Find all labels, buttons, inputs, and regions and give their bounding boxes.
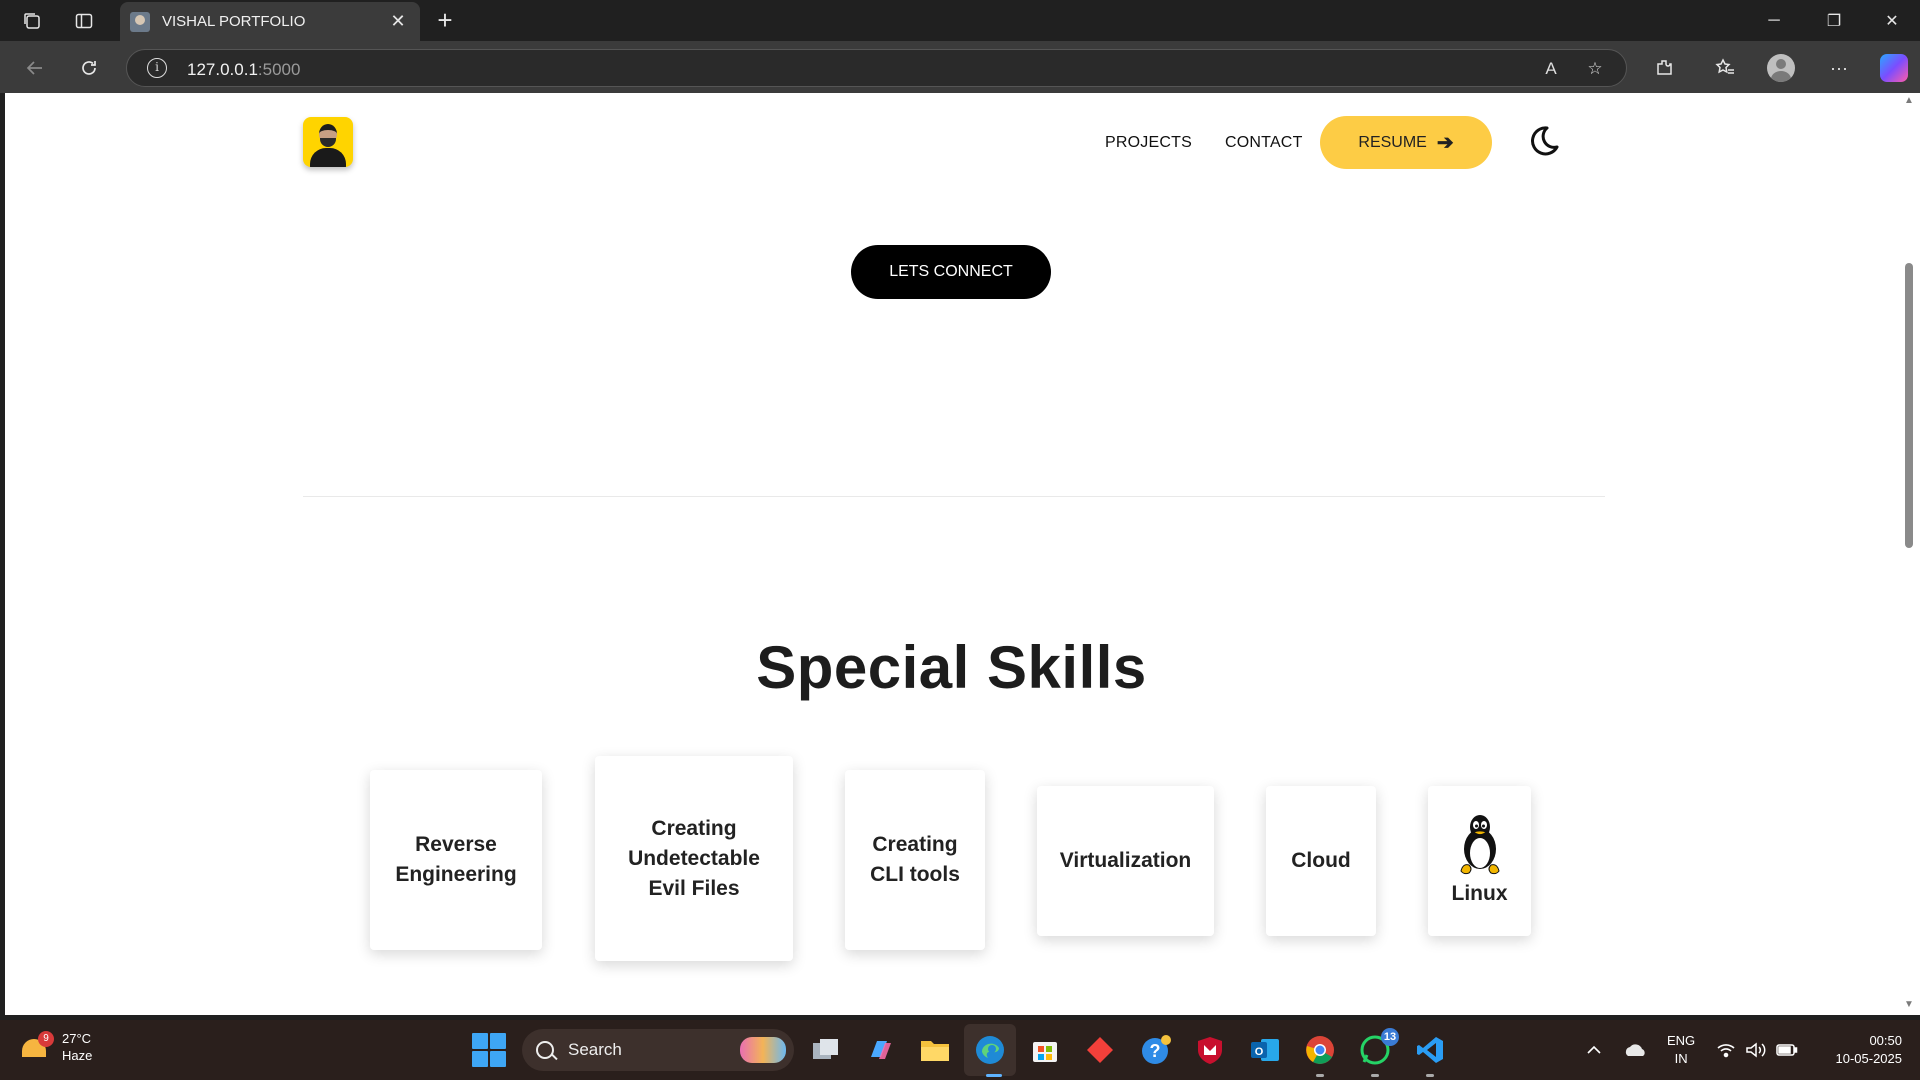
onedrive-cloud-icon[interactable] xyxy=(1620,1020,1650,1080)
task-view-icon[interactable] xyxy=(808,1032,844,1068)
resume-label: RESUME xyxy=(1358,133,1427,151)
profile-avatar-icon[interactable] xyxy=(1767,54,1795,82)
page-viewport: PROJECTS CONTACT RESUME ➔ LETS CONNECT S… xyxy=(5,93,1898,1015)
weather-haze-icon: 9 xyxy=(20,1031,54,1063)
skill-label: Linux xyxy=(1451,882,1508,905)
edge-running-indicator xyxy=(986,1074,1002,1077)
special-skills-heading: Special Skills xyxy=(756,634,1147,701)
back-arrow-icon[interactable] xyxy=(18,51,52,85)
url-text: 127.0.0.1:5000 xyxy=(187,60,301,79)
vscode-running-indicator xyxy=(1426,1074,1434,1077)
skill-label: Creating CLI tools xyxy=(870,833,960,886)
page-scrollbar[interactable]: ▲ ▼ xyxy=(1898,93,1920,1015)
tab-favicon-icon xyxy=(130,11,150,32)
chrome-icon[interactable] xyxy=(1302,1032,1338,1068)
store-icon[interactable] xyxy=(1027,1032,1063,1068)
skill-label: Cloud xyxy=(1291,849,1351,872)
skill-card-cli-tools: Creating CLI tools xyxy=(845,770,985,950)
diamond-icon[interactable] xyxy=(1082,1032,1118,1068)
skill-label: Creating Undetectable Evil Files xyxy=(628,816,760,900)
nav-projects-link[interactable]: PROJECTS xyxy=(1105,134,1192,152)
refresh-icon[interactable] xyxy=(72,51,106,85)
workspaces-icon[interactable] xyxy=(10,4,54,38)
weather-widget[interactable]: 9 27°C Haze xyxy=(20,1030,92,1064)
favorite-star-icon[interactable]: ☆ xyxy=(1583,57,1607,81)
new-tab-button[interactable]: + xyxy=(430,6,460,36)
tab-close-icon[interactable]: ✕ xyxy=(386,11,410,32)
browser-tab-strip: VISHAL PORTFOLIO ✕ + ─ ❐ ✕ xyxy=(0,0,1920,41)
more-menu-icon[interactable]: ··· xyxy=(1822,51,1856,85)
skill-card-cloud: Cloud xyxy=(1266,786,1376,936)
search-highlight-icon xyxy=(740,1037,786,1063)
help-icon[interactable]: ? xyxy=(1138,1032,1174,1068)
minimize-button[interactable]: ─ xyxy=(1746,0,1802,41)
search-label: Search xyxy=(568,1040,622,1059)
resume-button[interactable]: RESUME ➔ xyxy=(1320,116,1492,169)
skill-card-reverse-engineering: Reverse Engineering xyxy=(370,770,542,950)
nav-contact-link[interactable]: CONTACT xyxy=(1225,134,1303,152)
scroll-up-icon[interactable]: ▲ xyxy=(1903,95,1915,106)
vscode-icon[interactable] xyxy=(1412,1032,1448,1068)
volume-icon[interactable] xyxy=(1744,1020,1768,1080)
dark-mode-moon-icon[interactable] xyxy=(1525,123,1561,159)
whatsapp-running-indicator xyxy=(1371,1074,1379,1077)
taskbar-search-box[interactable]: Search xyxy=(522,1029,794,1071)
linux-tux-icon xyxy=(1459,815,1500,875)
skill-card-linux: Linux xyxy=(1428,786,1531,936)
weather-condition: Haze xyxy=(62,1048,93,1063)
copilot-icon[interactable] xyxy=(1880,54,1908,82)
skill-label: Virtualization xyxy=(1059,849,1192,872)
tab-title: VISHAL PORTFOLIO xyxy=(162,13,306,30)
mcafee-shield-icon[interactable] xyxy=(1192,1032,1228,1068)
tab-vishal-portfolio[interactable]: VISHAL PORTFOLIO ✕ xyxy=(120,2,420,41)
weather-temp: 27°C xyxy=(62,1031,92,1046)
scroll-down-icon[interactable]: ▼ xyxy=(1903,999,1915,1010)
close-window-button[interactable]: ✕ xyxy=(1864,0,1920,41)
whatsapp-badge: 13 xyxy=(1381,1028,1399,1046)
address-bar[interactable]: i 127.0.0.1:5000 A ☆ xyxy=(126,49,1627,87)
language-indicator[interactable]: ENG IN xyxy=(1667,1032,1695,1068)
system-clock[interactable]: 00:50 10-05-2025 xyxy=(1818,1032,1903,1068)
show-hidden-icons-chevron-icon[interactable] xyxy=(1582,1020,1606,1080)
search-icon xyxy=(536,1041,554,1059)
wifi-icon[interactable] xyxy=(1714,1020,1738,1080)
edge-icon[interactable] xyxy=(972,1032,1008,1068)
favorites-icon[interactable] xyxy=(1708,51,1742,85)
site-info-icon[interactable]: i xyxy=(147,58,167,78)
folder-icon[interactable] xyxy=(917,1032,953,1068)
svg-text:?: ? xyxy=(1150,1041,1161,1061)
site-logo-avatar[interactable] xyxy=(303,117,353,167)
arrow-right-icon: ➔ xyxy=(1436,132,1454,154)
windows-start-icon[interactable] xyxy=(472,1033,506,1067)
skill-card-virtualization: Virtualization xyxy=(1037,786,1214,936)
weather-badge: 9 xyxy=(38,1031,54,1047)
lets-connect-button[interactable]: LETS CONNECT xyxy=(851,245,1051,299)
windows-taskbar: 9 27°C Haze Search ? O 13 ENG IN 00:50 1… xyxy=(0,1020,1920,1080)
weather-text: 27°C Haze xyxy=(62,1030,92,1064)
browser-toolbar: i 127.0.0.1:5000 A ☆ ··· xyxy=(0,41,1920,93)
whatsapp-icon[interactable]: 13 xyxy=(1357,1028,1399,1068)
read-aloud-icon[interactable]: A xyxy=(1539,57,1563,81)
svg-text:O: O xyxy=(1255,1046,1264,1058)
skill-card-undetectable-evil-files: Creating Undetectable Evil Files xyxy=(595,756,793,961)
scrollbar-thumb[interactable] xyxy=(1905,263,1913,548)
battery-icon[interactable] xyxy=(1774,1020,1800,1080)
clock-date: 10-05-2025 xyxy=(1835,1051,1903,1066)
copilot-taskbar-icon[interactable] xyxy=(862,1032,898,1068)
maximize-button[interactable]: ❐ xyxy=(1806,0,1862,41)
chrome-running-indicator xyxy=(1316,1074,1324,1077)
section-divider xyxy=(303,496,1605,497)
outlook-icon[interactable]: O xyxy=(1247,1032,1283,1068)
vertical-tabs-icon[interactable] xyxy=(62,4,106,38)
clock-time: 00:50 xyxy=(1869,1033,1902,1048)
extensions-icon[interactable] xyxy=(1647,51,1681,85)
skill-label: Reverse Engineering xyxy=(395,833,517,886)
